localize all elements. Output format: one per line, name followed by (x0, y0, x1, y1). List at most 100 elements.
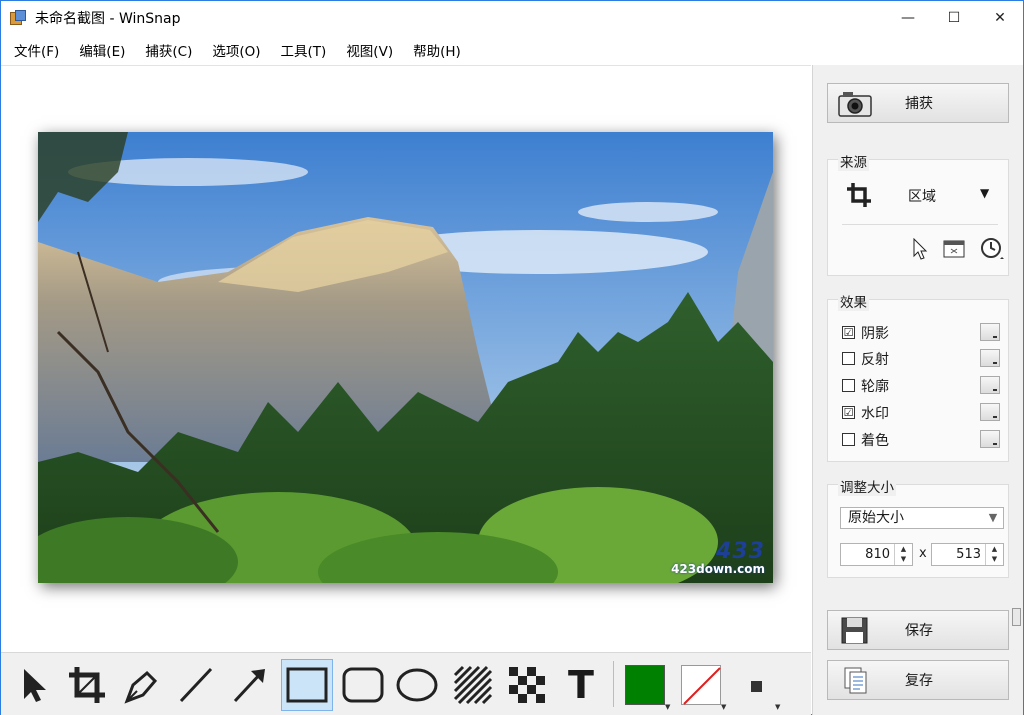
source-mode-label: 区域 (908, 189, 936, 205)
foreground-color-swatch[interactable] (625, 665, 665, 705)
resize-mode-value: 原始大小 (848, 510, 904, 526)
winsnap-app-icon (9, 9, 27, 27)
pen-tool-button[interactable] (115, 659, 167, 711)
line-width-icon[interactable] (751, 681, 762, 692)
line-tool-button[interactable] (169, 659, 221, 711)
effect-shadow-row: ☑ 阴影 (842, 322, 1000, 342)
menu-view[interactable]: 视图(V) (339, 40, 400, 60)
ellipse-icon (396, 668, 438, 702)
effect-shadow-settings-button[interactable] (980, 323, 1000, 341)
toolbar-separator (613, 661, 614, 707)
effect-shadow-checkbox[interactable]: ☑ (842, 326, 855, 339)
effect-reflection-row: 反射 (842, 348, 1000, 368)
effect-reflection-label: 反射 (861, 352, 889, 368)
window-options-icon[interactable] (943, 239, 965, 259)
effect-watermark-label: 水印 (861, 406, 889, 422)
effect-colorize-label: 着色 (861, 433, 889, 449)
title-bar: 未命名截图 - WinSnap — ☐ ✕ (1, 1, 1023, 35)
rounded-rectangle-tool-button[interactable] (337, 659, 389, 711)
resize-mode-select[interactable]: 原始大小 ▼ (840, 507, 1004, 529)
rounded-rectangle-icon (342, 667, 384, 703)
menu-edit[interactable]: 编辑(E) (72, 40, 132, 60)
resize-group-title: 调整大小 (838, 476, 896, 496)
background-color-dropdown-icon[interactable]: ▼ (721, 703, 726, 711)
width-spinner-arrows-icon[interactable]: ▲ ▼ (894, 544, 912, 565)
effect-reflection-settings-button[interactable] (980, 349, 1000, 367)
resize-group: 调整大小 原始大小 ▼ 810 ▲ ▼ x 513 ▲ ▼ (827, 476, 1009, 578)
source-mode-selector[interactable]: 区域 ▼ (846, 180, 996, 210)
crop-icon (69, 667, 105, 703)
crop-tool-button[interactable] (61, 659, 113, 711)
line-width-dropdown-icon[interactable]: ▼ (775, 703, 780, 711)
app-window: 未命名截图 - WinSnap — ☐ ✕ 文件(F) 编辑(E) 捕获(C) … (0, 0, 1024, 715)
capture-button-label: 捕获 (905, 96, 933, 112)
watermark-site-text: 423down.com (671, 562, 765, 576)
pixelate-icon (509, 667, 545, 703)
height-value: 513 (956, 547, 981, 562)
no-color-icon (683, 667, 721, 705)
effect-reflection-checkbox[interactable] (842, 352, 855, 365)
watermark-logo-text: 433 (716, 539, 765, 564)
foreground-color-dropdown-icon[interactable]: ▼ (665, 703, 670, 711)
height-spinbox[interactable]: 513 ▲ ▼ (931, 543, 1004, 566)
settings-panel: 捕获 来源 区域 ▼ 效果 ☑ 阴影 反射 轮廓 ☑ 水印 着色 调整大小 原始… (812, 65, 1023, 715)
source-group-title: 来源 (838, 151, 869, 171)
pixelate-tool-button[interactable] (501, 659, 553, 711)
hatch-tool-button[interactable] (447, 659, 499, 711)
effect-shadow-label: 阴影 (861, 326, 889, 342)
drawing-toolbar: T ▼ ▼ ▼ (1, 652, 811, 715)
minimize-button[interactable]: — (885, 1, 931, 35)
pointer-tool-button[interactable] (7, 659, 59, 711)
captured-image[interactable]: 433 423down.com (38, 132, 773, 583)
close-button[interactable]: ✕ (977, 1, 1023, 35)
arrow-tool-button[interactable] (223, 659, 275, 711)
save-button[interactable]: 保存 (827, 610, 1009, 650)
pen-icon (124, 670, 158, 704)
effect-outline-row: 轮廓 (842, 375, 1000, 395)
maximize-button[interactable]: ☐ (931, 1, 977, 35)
pointer-icon (24, 669, 46, 702)
effect-outline-checkbox[interactable] (842, 379, 855, 392)
text-tool-button[interactable]: T (555, 659, 607, 711)
menu-tools[interactable]: 工具(T) (274, 40, 334, 60)
width-value: 810 (865, 547, 890, 562)
height-spinner-arrows-icon[interactable]: ▲ ▼ (985, 544, 1003, 565)
menu-options[interactable]: 选项(O) (205, 40, 267, 60)
effect-colorize-settings-button[interactable] (980, 430, 1000, 448)
menu-bar: 文件(F) 编辑(E) 捕获(C) 选项(O) 工具(T) 视图(V) 帮助(H… (1, 35, 1023, 65)
background-color-swatch[interactable] (681, 665, 721, 705)
hatch-icon (453, 665, 493, 705)
effect-outline-settings-button[interactable] (980, 376, 1000, 394)
chevron-down-icon: ▼ (988, 511, 998, 524)
panel-scrollbar-thumb[interactable] (1012, 608, 1021, 626)
window-title: 未命名截图 - WinSnap (35, 11, 181, 27)
timer-clock-icon[interactable] (980, 237, 1006, 261)
effect-outline-label: 轮廓 (861, 379, 889, 395)
source-options (912, 236, 1006, 262)
effect-colorize-row: 着色 (842, 429, 1000, 449)
effect-watermark-row: ☑ 水印 (842, 402, 1000, 422)
include-cursor-icon[interactable] (912, 238, 928, 260)
watermark: 433 423down.com (671, 539, 765, 576)
effect-colorize-checkbox[interactable] (842, 433, 855, 446)
copy-button[interactable]: 复存 (827, 660, 1009, 700)
region-crop-icon (847, 183, 871, 207)
source-divider (842, 224, 998, 225)
menu-help[interactable]: 帮助(H) (406, 40, 468, 60)
effects-group-title: 效果 (838, 291, 869, 311)
rectangle-tool-button[interactable] (281, 659, 333, 711)
source-group: 来源 区域 ▼ (827, 151, 1009, 276)
menu-capture[interactable]: 捕获(C) (138, 40, 199, 60)
capture-button[interactable]: 捕获 (827, 83, 1009, 123)
menu-file[interactable]: 文件(F) (7, 40, 66, 60)
dimension-separator: x (919, 546, 927, 561)
width-spinbox[interactable]: 810 ▲ ▼ (840, 543, 913, 566)
landscape-photo (38, 132, 773, 583)
effect-watermark-settings-button[interactable] (980, 403, 1000, 421)
chevron-down-icon: ▼ (980, 186, 990, 200)
capture-canvas[interactable]: 433 423down.com (1, 65, 811, 651)
arrow-icon (233, 669, 265, 703)
line-icon (179, 667, 213, 703)
effect-watermark-checkbox[interactable]: ☑ (842, 406, 855, 419)
ellipse-tool-button[interactable] (391, 659, 443, 711)
